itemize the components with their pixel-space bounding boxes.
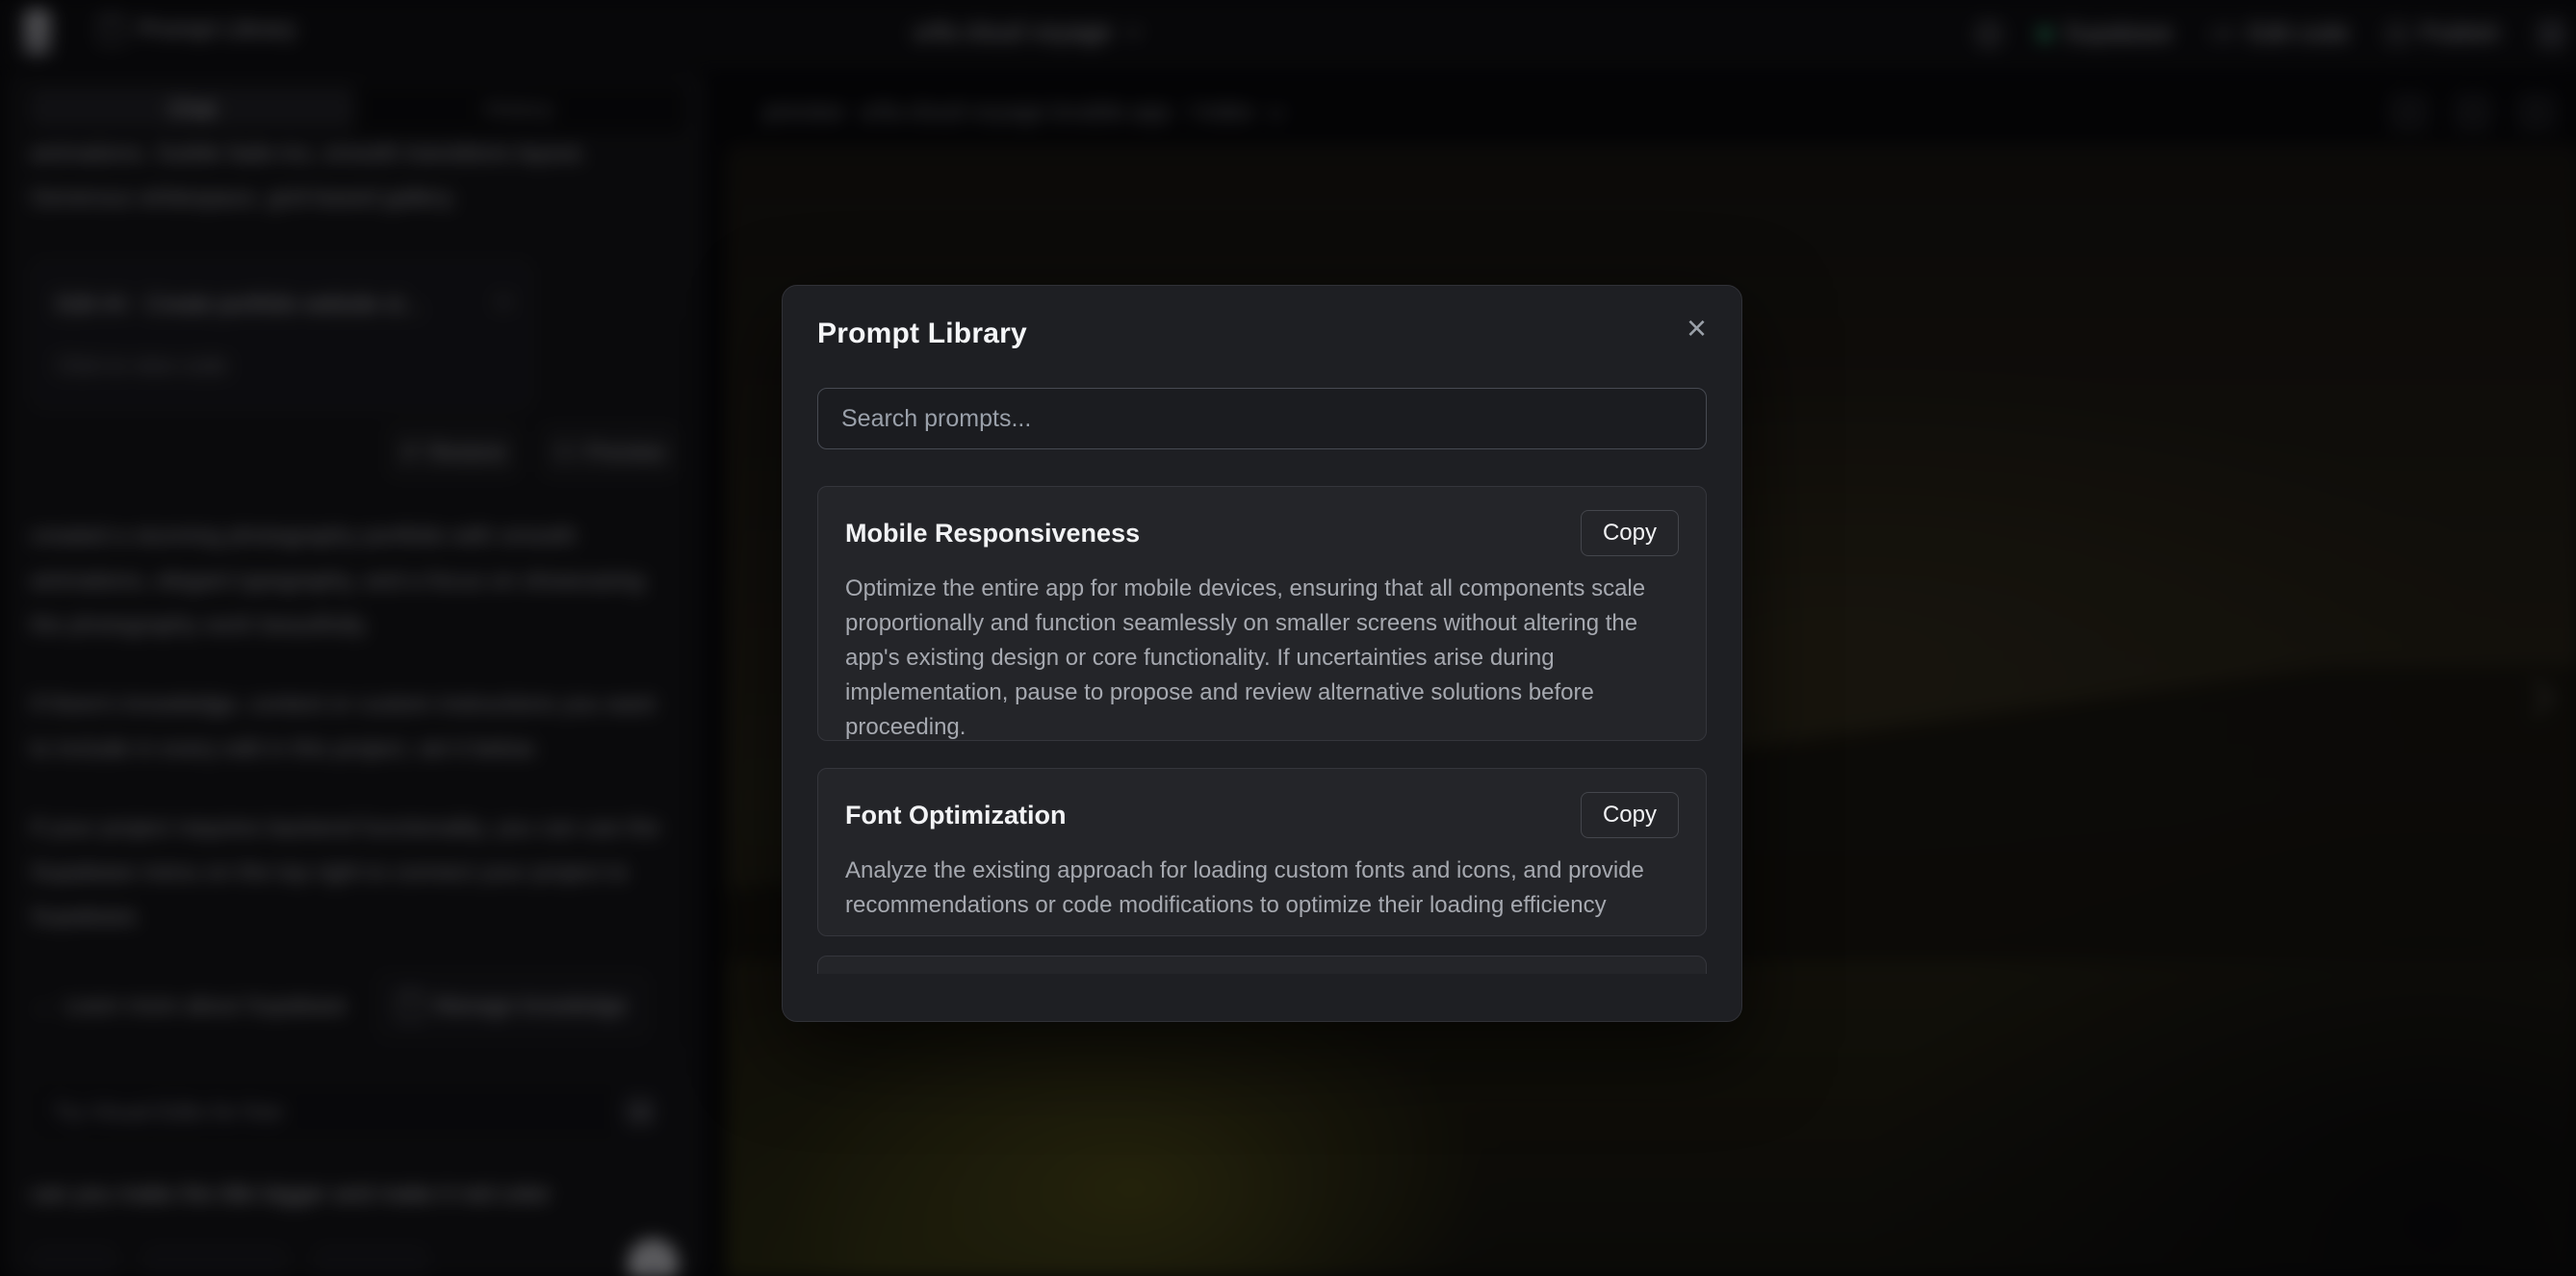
modal-title: Prompt Library (817, 315, 1027, 353)
prompt-library-modal: Prompt Library × Mobile Responsiveness C… (782, 285, 1742, 1022)
copy-button[interactable]: Copy (1581, 510, 1679, 556)
close-icon[interactable]: × (1687, 313, 1707, 344)
prompt-card-header: Font Optimization Copy (845, 792, 1679, 838)
prompt-list[interactable]: Mobile Responsiveness Copy Optimize the … (817, 486, 1707, 974)
copy-button[interactable]: Copy (1581, 792, 1679, 838)
prompt-card-mobile-responsiveness: Mobile Responsiveness Copy Optimize the … (817, 486, 1707, 741)
prompt-body: Analyze the existing approach for loadin… (845, 854, 1679, 923)
prompt-card-partial (817, 956, 1707, 974)
modal-header: Prompt Library × (817, 315, 1707, 353)
app-root: Prompt Library urfa cloud voyage Supabas… (0, 0, 2576, 1276)
search-input[interactable] (817, 388, 1707, 449)
prompt-card-header: Mobile Responsiveness Copy (845, 510, 1679, 556)
prompt-title: Font Optimization (845, 801, 1066, 830)
prompt-body: Optimize the entire app for mobile devic… (845, 572, 1679, 741)
prompt-title: Mobile Responsiveness (845, 519, 1140, 549)
prompt-card-font-optimization: Font Optimization Copy Analyze the exist… (817, 768, 1707, 936)
